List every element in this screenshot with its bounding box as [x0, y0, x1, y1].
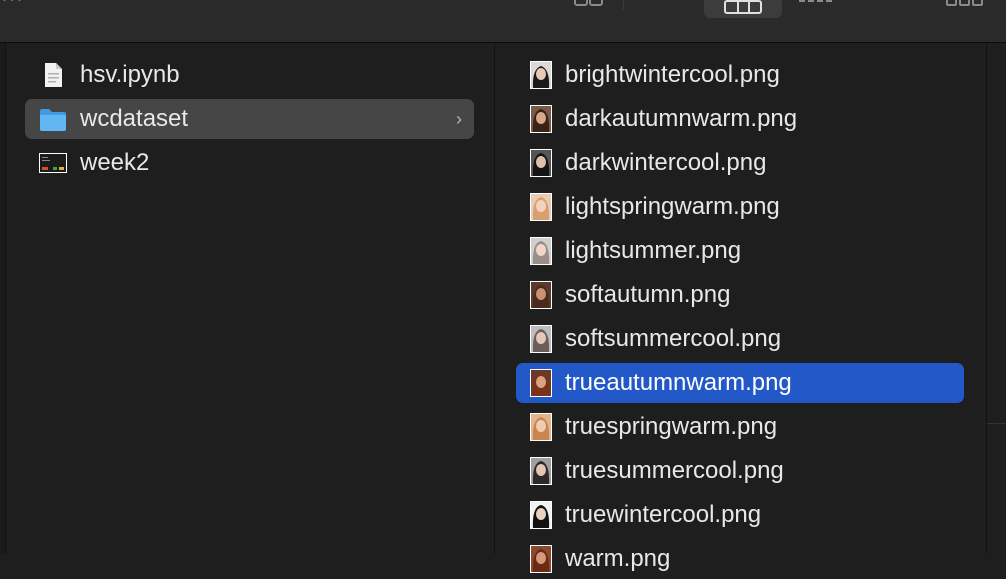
gallery-view-icon[interactable]	[798, 0, 838, 4]
list-item-week2[interactable]: week2	[25, 143, 474, 183]
list-view-icon[interactable]	[644, 0, 680, 4]
column-view-icon	[724, 0, 762, 14]
list-item-lightspringwarm[interactable]: lightspringwarm.png	[516, 187, 964, 227]
group-icon[interactable]	[946, 0, 986, 6]
portrait-thumbnail-icon	[530, 237, 552, 265]
list-item-darkautumnwarm[interactable]: darkautumnwarm.png	[516, 99, 964, 139]
icon-view-icon[interactable]	[574, 0, 604, 6]
portrait-thumbnail-icon	[530, 193, 552, 221]
window-title: …	[0, 0, 24, 8]
list-item-trueautumnwarm[interactable]: trueautumnwarm.png	[516, 363, 964, 403]
image-thumbnail-icon	[39, 153, 67, 173]
finder-column-preview[interactable]	[987, 43, 1006, 554]
portrait-thumbnail-icon	[530, 281, 552, 309]
item-label: truewintercool.png	[565, 501, 762, 528]
item-label: trueautumnwarm.png	[565, 369, 792, 396]
finder-column-parent[interactable]: hsv.ipynb wcdataset › week2	[0, 43, 495, 554]
portrait-thumbnail-icon	[530, 457, 552, 485]
item-label: hsv.ipynb	[80, 61, 180, 88]
portrait-thumbnail-icon	[530, 149, 552, 177]
column-view-button[interactable]	[704, 0, 782, 18]
portrait-thumbnail-icon	[530, 501, 552, 529]
folder-icon	[40, 109, 66, 131]
item-label: darkautumnwarm.png	[565, 105, 798, 132]
list-item-wcdataset[interactable]: wcdataset ›	[25, 99, 474, 139]
item-label: softsummercool.png	[565, 325, 782, 352]
item-label: week2	[80, 149, 150, 176]
portrait-thumbnail-icon	[530, 325, 552, 353]
list-item-softautumn[interactable]: softautumn.png	[516, 275, 964, 315]
item-label: darkwintercool.png	[565, 149, 767, 176]
item-label: truespringwarm.png	[565, 413, 778, 440]
item-label: warm.png	[565, 545, 671, 572]
portrait-thumbnail-icon	[530, 105, 552, 133]
portrait-thumbnail-icon	[530, 545, 552, 573]
list-item-lightsummer[interactable]: lightsummer.png	[516, 231, 964, 271]
list-item-brightwintercool[interactable]: brightwintercool.png	[516, 55, 964, 95]
list-item-softsummercool[interactable]: softsummercool.png	[516, 319, 964, 359]
list-item-darkwintercool[interactable]: darkwintercool.png	[516, 143, 964, 183]
item-label: truesummercool.png	[565, 457, 784, 484]
portrait-thumbnail-icon	[530, 369, 552, 397]
item-label: softautumn.png	[565, 281, 731, 308]
window-toolbar: …	[0, 0, 1006, 43]
chevron-right-icon: ›	[456, 109, 462, 129]
item-label: lightspringwarm.png	[565, 193, 780, 220]
item-label: lightsummer.png	[565, 237, 742, 264]
list-item-warm[interactable]: warm.png	[516, 539, 964, 579]
list-item-truesummercool[interactable]: truesummercool.png	[516, 451, 964, 491]
list-item-truewintercool[interactable]: truewintercool.png	[516, 495, 964, 535]
portrait-thumbnail-icon	[530, 61, 552, 89]
list-item-hsv-ipynb[interactable]: hsv.ipynb	[25, 55, 474, 95]
toolbar-separator	[623, 0, 624, 10]
document-icon	[45, 63, 62, 87]
list-item-truespringwarm[interactable]: truespringwarm.png	[516, 407, 964, 447]
portrait-thumbnail-icon	[530, 413, 552, 441]
item-label: brightwintercool.png	[565, 61, 780, 88]
item-label: wcdataset	[80, 105, 189, 132]
divider	[987, 423, 1006, 424]
previous-column-edge	[0, 43, 6, 554]
finder-column-wcdataset[interactable]: brightwintercool.png darkautumnwarm.png …	[495, 43, 987, 573]
